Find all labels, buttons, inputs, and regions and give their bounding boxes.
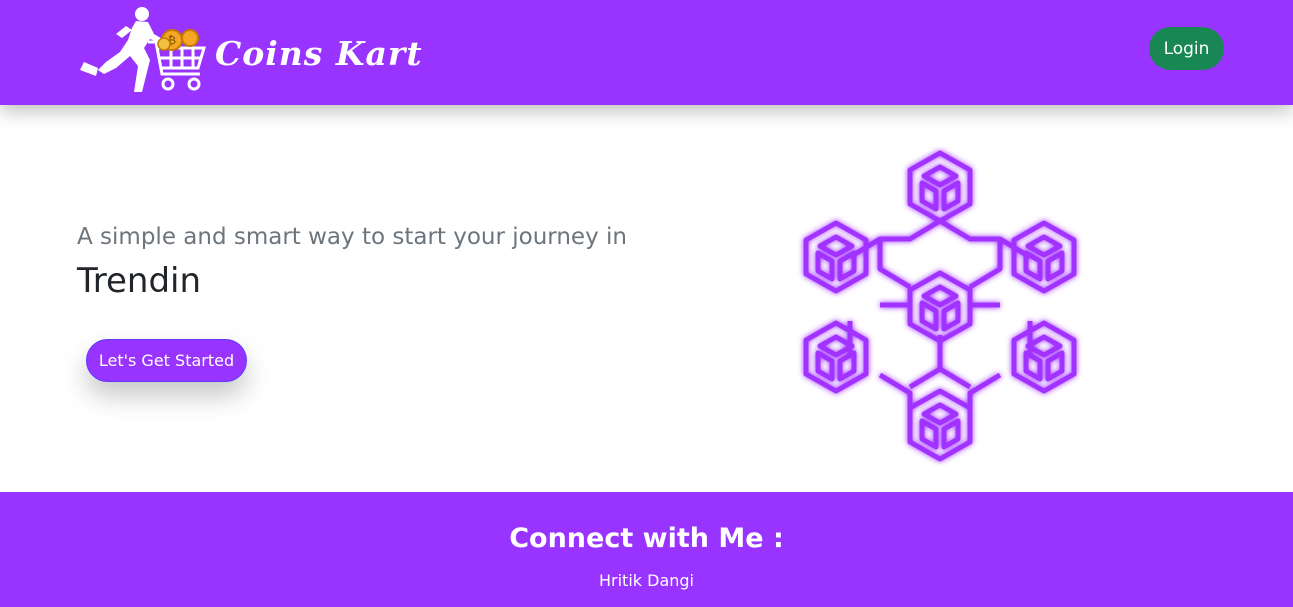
navbar: ₿ Coins Kart Login: [0, 0, 1293, 105]
hero-tagline: A simple and smart way to start your jou…: [77, 224, 627, 250]
get-started-button[interactable]: Let's Get Started: [86, 339, 247, 382]
login-button[interactable]: Login: [1149, 27, 1224, 70]
blockchain-cubes-icon: [790, 147, 1090, 467]
footer-title: Connect with Me :: [509, 523, 784, 554]
typed-text: Trendin: [77, 261, 202, 301]
brand-logo-link[interactable]: ₿ Coins Kart: [76, 4, 426, 96]
footer-author-name: Hritik Dangi: [599, 571, 694, 590]
brand-name: Coins Kart: [215, 34, 423, 73]
hero-section: A simple and smart way to start your jou…: [0, 105, 1293, 492]
shopping-cart-runner-icon: ₿: [80, 7, 207, 92]
footer: Connect with Me : Hritik Dangi: [0, 492, 1293, 607]
